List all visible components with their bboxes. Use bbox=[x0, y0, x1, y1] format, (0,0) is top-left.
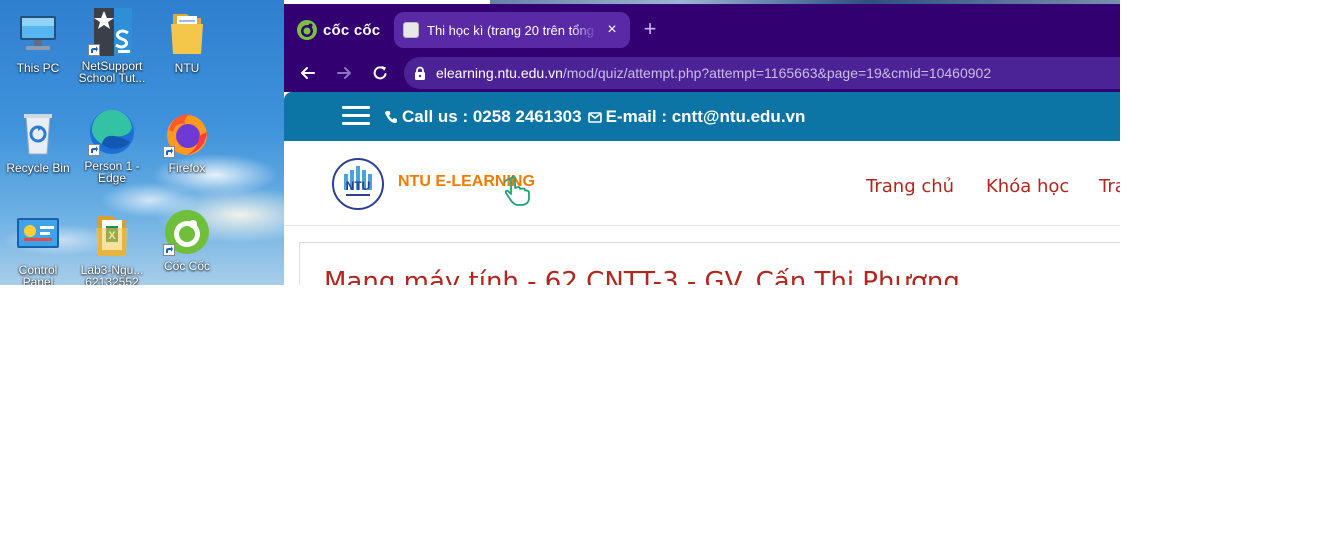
nav-more-link[interactable]: Tra bbox=[1099, 176, 1120, 197]
desktop-icon-label-line2: School Tut... bbox=[78, 71, 146, 85]
course-card: Mạng máy tính - 62 CNTT-3 - GV. Cấn Thị … bbox=[299, 242, 1120, 285]
site-header: NTU NTU E-LEARNING Trang chủ Khóa học Tr… bbox=[284, 141, 1120, 226]
tab-bar: cốc cốc Thi học kì (trang 20 trên tổng ×… bbox=[284, 4, 1120, 54]
coccoc-icon bbox=[163, 208, 211, 256]
logo-badge-text: NTU bbox=[346, 179, 371, 193]
desktop-icon-coccoc[interactable]: Cốc Cốc bbox=[150, 208, 224, 272]
folder-icon bbox=[163, 10, 211, 58]
netsupport-icon bbox=[88, 8, 136, 56]
nav-home-link[interactable]: Trang chủ bbox=[866, 176, 954, 197]
hamburger-menu-icon[interactable] bbox=[342, 106, 370, 126]
contact-info: Call us : 0258 2461303 E-mail : cntt@ntu… bbox=[384, 107, 805, 127]
call-us-text: Call us : 0258 2461303 bbox=[402, 107, 582, 126]
browser-brand: cốc cốc bbox=[296, 18, 380, 42]
forward-arrow-icon[interactable] bbox=[333, 62, 355, 84]
desktop-icon-label: NTU bbox=[174, 61, 200, 75]
shortcut-arrow-icon bbox=[88, 44, 100, 56]
desktop-icon-firefox[interactable]: Firefox bbox=[150, 110, 224, 174]
reload-icon[interactable] bbox=[369, 62, 391, 84]
browser-brand-text: cốc cốc bbox=[323, 21, 381, 39]
envelope-icon bbox=[587, 112, 602, 123]
desktop-icon-label: Recycle Bin bbox=[6, 161, 70, 175]
web-page: Call us : 0258 2461303 E-mail : cntt@ntu… bbox=[284, 92, 1120, 285]
desktop-icon-label-line2: Edge bbox=[97, 171, 127, 185]
ntu-logo[interactable]: NTU bbox=[332, 158, 384, 210]
desktop-icon-label: Cốc Cốc bbox=[163, 259, 210, 273]
email-text[interactable]: E-mail : cntt@ntu.edu.vn bbox=[606, 107, 806, 127]
browser-toolbar: elearning.ntu.edu.vn/mod/quiz/attempt.ph… bbox=[284, 54, 1120, 92]
firefox-icon bbox=[163, 110, 211, 158]
pointing-hand-icon bbox=[503, 176, 530, 206]
desktop-icon-this-pc[interactable]: This PC bbox=[1, 10, 75, 74]
lock-icon bbox=[415, 66, 425, 80]
desktop-icon-control-panel[interactable]: Control Panel bbox=[1, 212, 75, 285]
tab-title: Thi học kì (trang 20 trên tổng bbox=[427, 22, 594, 38]
desktop-icon-label-line2: 62132552 bbox=[85, 275, 139, 285]
screen: This PC NetSupport School Tut... NTU Rec… bbox=[0, 0, 1338, 548]
tab-close-icon[interactable]: × bbox=[603, 21, 621, 39]
desktop: This PC NetSupport School Tut... NTU Rec… bbox=[0, 0, 284, 285]
new-tab-button[interactable]: + bbox=[639, 18, 661, 40]
shortcut-arrow-icon bbox=[163, 244, 175, 256]
excel-folder-icon: X bbox=[88, 212, 136, 260]
recycle-bin-icon bbox=[14, 110, 62, 158]
coccoc-logo-icon bbox=[297, 20, 317, 40]
desktop-icon-ntu-folder[interactable]: NTU bbox=[150, 10, 224, 74]
shortcut-arrow-icon bbox=[163, 146, 175, 158]
desktop-icon-lab3[interactable]: X Lab3-Ngu... 62132552 bbox=[75, 212, 149, 285]
control-panel-icon bbox=[14, 212, 62, 260]
computer-icon bbox=[14, 10, 62, 58]
shortcut-arrow-icon bbox=[88, 144, 100, 156]
address-bar[interactable]: elearning.ntu.edu.vn/mod/quiz/attempt.ph… bbox=[404, 57, 1120, 89]
site-topbar: Call us : 0258 2461303 E-mail : cntt@ntu… bbox=[284, 92, 1120, 141]
browser-tab-active[interactable]: Thi học kì (trang 20 trên tổng × bbox=[394, 12, 630, 48]
desktop-icon-label: Firefox bbox=[168, 161, 206, 175]
edge-icon bbox=[88, 108, 136, 156]
desktop-icon-edge[interactable]: Person 1 - Edge bbox=[75, 108, 149, 184]
url-path: /mod/quiz/attempt.php?attempt=1165663&pa… bbox=[562, 65, 992, 81]
tab-favicon-icon bbox=[403, 22, 419, 38]
browser-window: cốc cốc Thi học kì (trang 20 trên tổng ×… bbox=[284, 4, 1120, 285]
desktop-icon-netsupport[interactable]: NetSupport School Tut... bbox=[75, 8, 149, 84]
desktop-icon-label: This PC bbox=[16, 61, 60, 75]
empty-area bbox=[0, 285, 1338, 548]
course-title: Mạng máy tính - 62 CNTT-3 - GV. Cấn Thị … bbox=[324, 267, 960, 285]
back-arrow-icon[interactable] bbox=[297, 62, 319, 84]
desktop-icon-label-line2: Panel bbox=[22, 275, 54, 285]
url-host: elearning.ntu.edu.vn bbox=[436, 65, 563, 81]
phone-icon bbox=[385, 111, 397, 123]
nav-courses-link[interactable]: Khóa học bbox=[986, 176, 1069, 197]
desktop-icon-recycle-bin[interactable]: Recycle Bin bbox=[1, 110, 75, 174]
